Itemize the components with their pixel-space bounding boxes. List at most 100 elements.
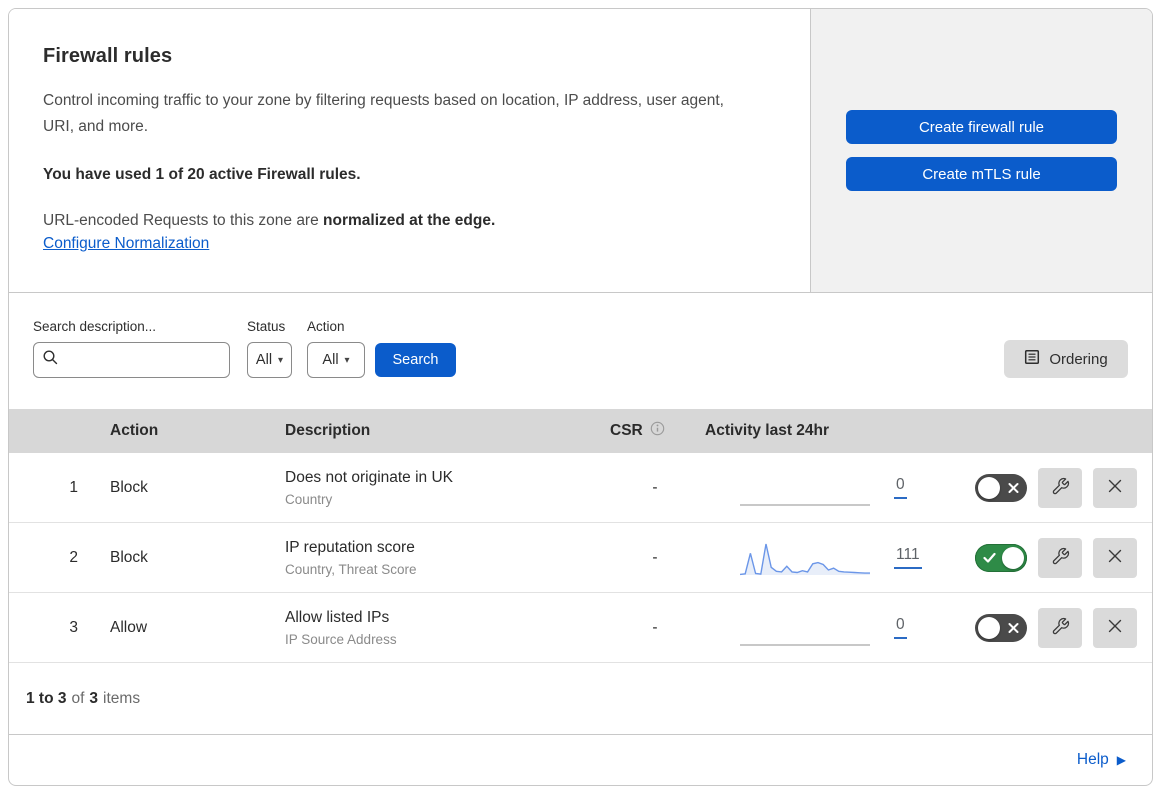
wrench-icon — [1051, 617, 1070, 639]
enable-toggle[interactable] — [975, 473, 1027, 502]
summary-total: 3 — [89, 689, 99, 707]
normalization-note-text: URL-encoded Requests to this zone are — [43, 212, 324, 229]
filter-bar: Search description... Status All ▾ Actio… — [9, 293, 1152, 409]
rule-criteria: IP Source Address — [285, 631, 397, 647]
ordering-button-label: Ordering — [1049, 350, 1108, 368]
rule-action: Block — [110, 478, 148, 496]
help-link-label: Help — [1076, 751, 1109, 768]
rule-description: Allow listed IPs — [285, 608, 390, 626]
info-icon[interactable] — [650, 421, 665, 441]
wrench-icon — [1051, 477, 1070, 499]
search-field-group: Search description... — [33, 319, 246, 378]
intro-description: Control incoming traffic to your zone by… — [43, 92, 724, 135]
status-label: Status — [247, 319, 286, 334]
summary-items: items — [103, 689, 141, 707]
chevron-down-icon: ▾ — [278, 354, 284, 366]
rule-description-cell: IP reputation score Country, Threat Scor… — [285, 539, 595, 577]
search-icon — [42, 349, 59, 371]
activity-count-link[interactable]: 0 — [894, 616, 907, 639]
rule-controls — [930, 607, 1152, 648]
enable-toggle[interactable] — [975, 613, 1027, 642]
rule-description-cell: Allow listed IPs IP Source Address — [285, 609, 595, 647]
header-csr: CSR — [595, 421, 700, 441]
pagination-summary: 1 to 3 of 3 items — [9, 663, 1152, 735]
header-description: Description — [285, 422, 371, 439]
rule-controls — [930, 537, 1152, 578]
delete-rule-button[interactable] — [1093, 467, 1137, 508]
search-input[interactable] — [65, 352, 246, 368]
chevron-down-icon: ▾ — [344, 354, 350, 366]
usage-notice: You have used 1 of 20 active Firewall ru… — [43, 166, 361, 183]
activity-sparkline — [740, 503, 870, 506]
header-action: Action — [110, 422, 159, 439]
rule-csr-value: - — [652, 478, 658, 496]
rule-description: IP reputation score — [285, 538, 415, 556]
close-icon — [1107, 548, 1123, 567]
rule-activity-cell: 111 — [700, 539, 930, 577]
rule-description: Does not originate in UK — [285, 468, 454, 486]
edit-rule-button[interactable] — [1038, 537, 1082, 578]
toggle-knob — [978, 476, 1000, 499]
rule-criteria: Country — [285, 491, 333, 507]
close-icon — [1107, 478, 1123, 497]
rule-csr-value: - — [652, 548, 658, 566]
ordering-button[interactable]: Ordering — [1004, 340, 1128, 378]
toggle-knob — [1002, 546, 1024, 569]
rule-criteria: Country, Threat Score — [285, 561, 417, 577]
status-dropdown[interactable]: All ▾ — [247, 342, 292, 378]
rule-priority: 2 — [69, 548, 78, 566]
summary-range: 1 to 3 — [26, 689, 67, 707]
enable-toggle[interactable] — [975, 543, 1027, 572]
rule-action: Block — [110, 548, 148, 566]
edit-rule-button[interactable] — [1038, 607, 1082, 648]
actions-panel: Create firewall rule Create mTLS rule — [811, 9, 1152, 292]
intro-section: Firewall rules Control incoming traffic … — [9, 9, 1152, 293]
create-mtls-rule-button[interactable]: Create mTLS rule — [846, 157, 1117, 191]
normalization-note-bold: normalized at the edge. — [323, 212, 496, 229]
rule-activity-cell: 0 — [700, 609, 930, 647]
arrow-right-icon: ▶ — [1116, 753, 1126, 767]
activity-count-link[interactable]: 0 — [894, 476, 907, 499]
action-label: Action — [307, 319, 345, 334]
header-activity: Activity last 24hr — [705, 422, 830, 439]
action-dropdown-value: All — [322, 352, 339, 368]
rule-priority: 3 — [69, 618, 78, 636]
list-document-icon — [1024, 349, 1040, 369]
status-field-group: Status All ▾ — [247, 319, 292, 378]
header-csr-label: CSR — [610, 422, 643, 439]
wrench-icon — [1051, 547, 1070, 569]
table-header-row: Action Description CSR Activity last 24h… — [9, 409, 1152, 453]
close-icon — [1107, 618, 1123, 637]
toggle-knob — [978, 616, 1000, 639]
help-bar: Help ▶ — [9, 735, 1152, 785]
rule-description-cell: Does not originate in UK Country — [285, 469, 595, 507]
search-button[interactable]: Search — [375, 343, 456, 377]
rule-activity-cell: 0 — [700, 469, 930, 507]
check-icon — [983, 552, 996, 563]
activity-count-link[interactable]: 111 — [894, 546, 922, 569]
table-row: 2 Block IP reputation score Country, Thr… — [9, 523, 1152, 593]
search-label: Search description... — [33, 319, 157, 334]
configure-normalization-link[interactable]: Configure Normalization — [43, 235, 209, 252]
intro-text-panel: Firewall rules Control incoming traffic … — [9, 9, 811, 292]
table-row: 3 Allow Allow listed IPs IP Source Addre… — [9, 593, 1152, 663]
rules-table: Action Description CSR Activity last 24h… — [9, 409, 1152, 663]
status-dropdown-value: All — [255, 352, 273, 368]
rule-priority: 1 — [69, 478, 78, 496]
create-firewall-rule-button[interactable]: Create firewall rule — [846, 110, 1117, 144]
rule-action: Allow — [110, 618, 148, 636]
help-link[interactable]: Help ▶ — [1077, 751, 1126, 769]
normalization-note: URL-encoded Requests to this zone are no… — [43, 212, 768, 230]
edit-rule-button[interactable] — [1038, 467, 1082, 508]
page-title: Firewall rules — [43, 45, 173, 67]
delete-rule-button[interactable] — [1093, 607, 1137, 648]
firewall-rules-card: Firewall rules Control incoming traffic … — [8, 8, 1153, 786]
action-dropdown[interactable]: All ▾ — [307, 342, 365, 378]
delete-rule-button[interactable] — [1093, 537, 1137, 578]
activity-sparkline — [740, 643, 870, 646]
x-icon — [1008, 482, 1019, 493]
table-row: 1 Block Does not originate in UK Country… — [9, 453, 1152, 523]
rule-csr-value: - — [652, 618, 658, 636]
rule-controls — [930, 467, 1152, 508]
search-box[interactable] — [33, 342, 246, 378]
